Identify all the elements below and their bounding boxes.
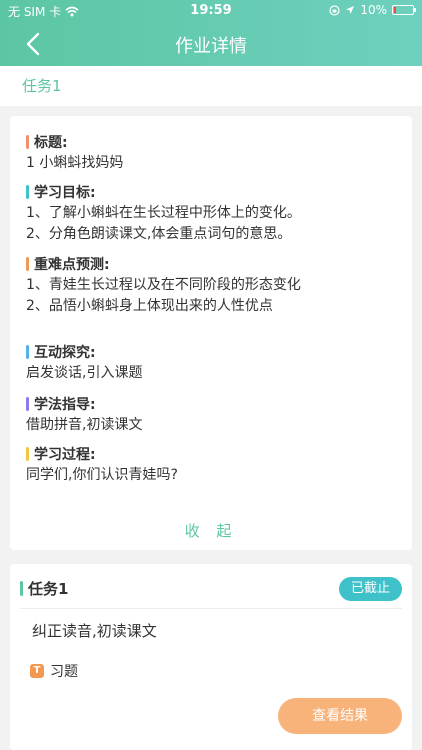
- task-description: 纠正读音,初读课文: [32, 622, 157, 640]
- status-badge: 已截止: [338, 577, 402, 601]
- section-interactive: 互动探究: 启发谈话,引入课题: [26, 342, 396, 384]
- task-card-header: 任务1: [20, 578, 68, 599]
- section-method: 学法指导: 借助拼音,初读课文: [26, 394, 396, 436]
- detail-card: 标题: 1 小蝌蚪找妈妈 学习目标: 1、了解小蝌蚪在生长过程中形体上的变化。 …: [10, 116, 412, 550]
- section-marker: [26, 257, 29, 271]
- section-line: 1、青娃生长过程以及在不同阶段的形态变化: [26, 277, 301, 293]
- section-heading: 互动探究:: [34, 345, 96, 361]
- section-marker: [26, 345, 29, 359]
- page-title: 作业详情: [175, 36, 247, 57]
- header: 无 SIM 卡 19:59 10% 作业详情: [0, 0, 422, 66]
- section-title: 标题: 1 小蝌蚪找妈妈: [26, 132, 396, 174]
- task-card-marker: [20, 581, 23, 596]
- task-tab[interactable]: 任务1: [0, 66, 422, 106]
- section-marker: [26, 185, 29, 199]
- section-line: 启发谈话,引入课题: [26, 365, 143, 381]
- task-card: 任务1 已截止 纠正读音,初读课文 T 习题 查看结果: [10, 564, 412, 750]
- section-marker: [26, 135, 29, 149]
- task-card-title: 任务1: [28, 580, 69, 598]
- divider: [20, 608, 402, 609]
- battery-percent: 10%: [360, 3, 387, 17]
- status-bar: 无 SIM 卡 19:59 10%: [0, 0, 422, 22]
- section-line: 同学们,你们认识青娃吗?: [26, 467, 178, 483]
- rotation-lock-icon: [329, 4, 340, 16]
- section-heading: 学法指导:: [34, 397, 96, 413]
- exercise-item[interactable]: T 习题: [30, 661, 78, 681]
- battery-icon: [392, 5, 416, 15]
- section-marker: [26, 397, 29, 411]
- collapse-button[interactable]: 收 起: [10, 520, 412, 541]
- section-heading: 标题:: [34, 135, 68, 151]
- section-heading: 重难点预测:: [34, 257, 110, 273]
- nav-bar: 作业详情: [0, 22, 422, 66]
- section-heading: 学习目标:: [34, 185, 96, 201]
- section-line: 1 小蝌蚪找妈妈: [26, 155, 124, 171]
- battery-level: [394, 7, 396, 13]
- view-result-button[interactable]: 查看结果: [278, 698, 402, 734]
- location-icon: [346, 6, 355, 14]
- section-line: 1、了解小蝌蚪在生长过程中形体上的变化。: [26, 205, 301, 221]
- exercise-label: 习题: [50, 664, 78, 680]
- section-line: 2、品悟小蝌蚪身上体现出来的人性优点: [26, 298, 273, 314]
- section-key-points: 重难点预测: 1、青娃生长过程以及在不同阶段的形态变化 2、品悟小蝌蚪身上体现出…: [26, 254, 396, 317]
- section-line: 借助拼音,初读课文: [26, 417, 143, 433]
- section-marker: [26, 447, 29, 461]
- exercise-icon: T: [30, 664, 44, 678]
- section-heading: 学习过程:: [34, 447, 96, 463]
- section-learning-goals: 学习目标: 1、了解小蝌蚪在生长过程中形体上的变化。 2、分角色朗读课文,体会重…: [26, 182, 396, 245]
- status-right: 10%: [329, 3, 416, 17]
- section-process: 学习过程: 同学们,你们认识青娃吗?: [26, 444, 396, 486]
- section-line: 2、分角色朗读课文,体会重点词句的意思。: [26, 226, 292, 242]
